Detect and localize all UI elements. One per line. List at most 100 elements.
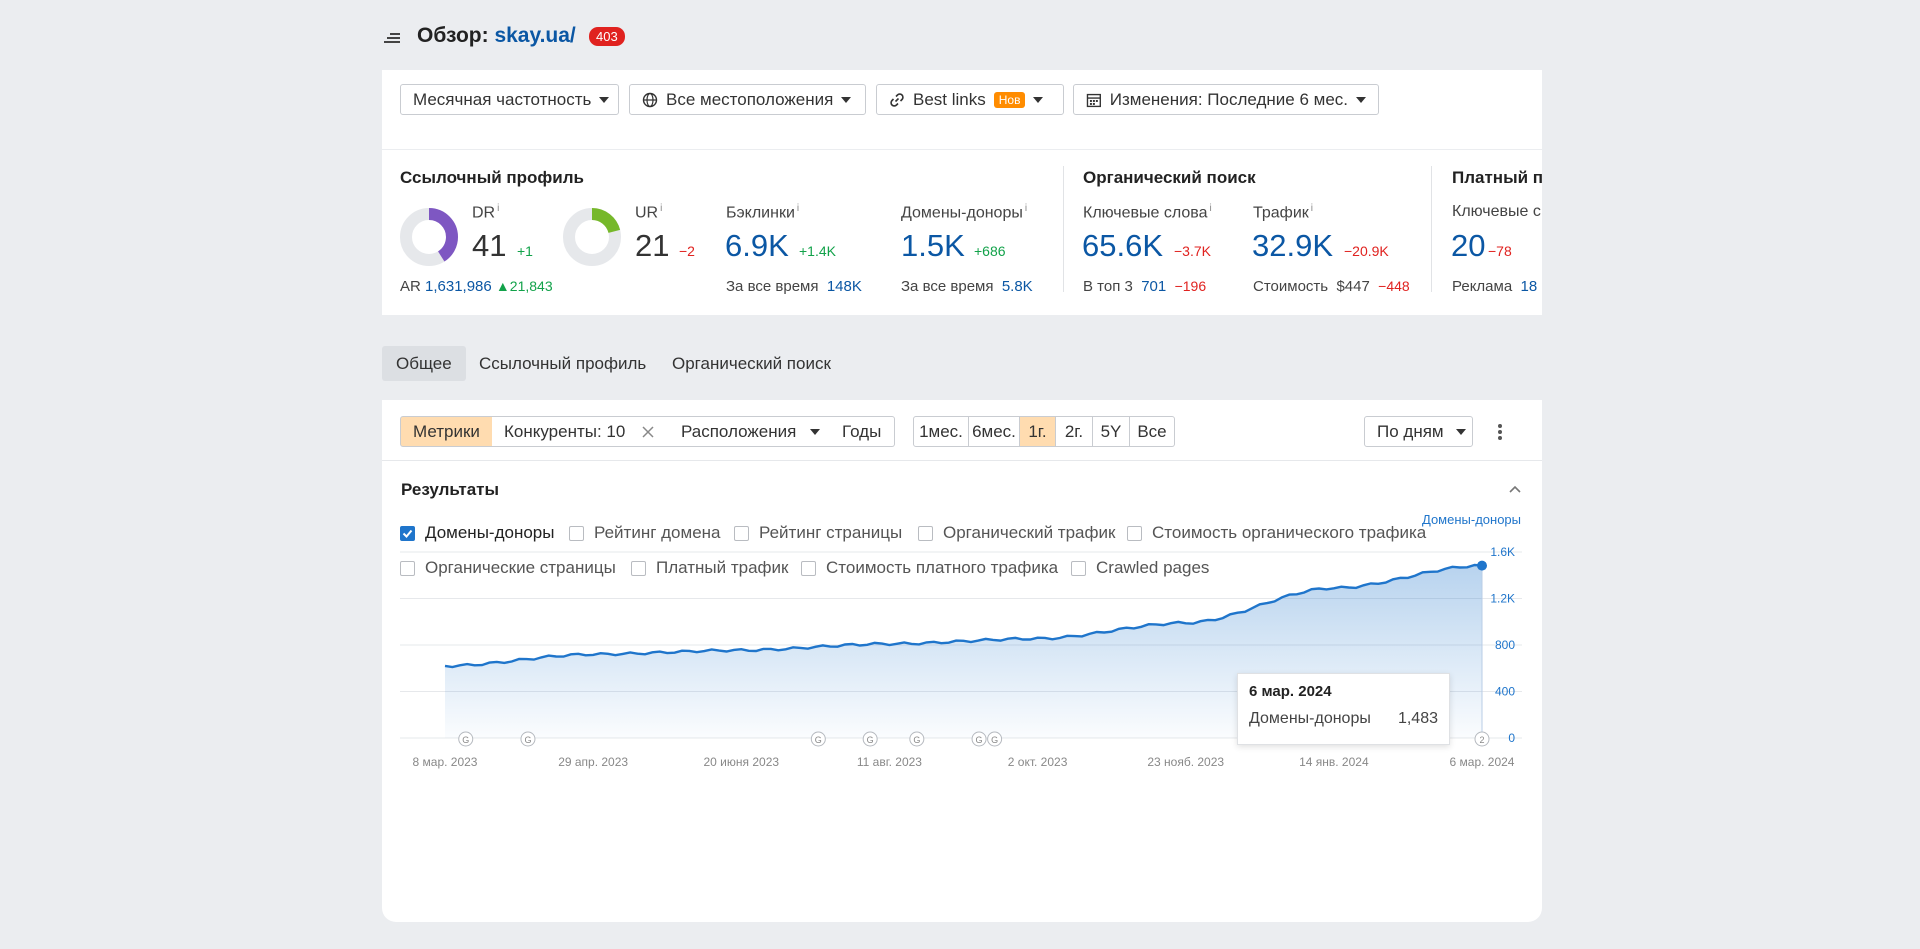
ar-value[interactable]: 1,631,986 [425, 278, 492, 295]
ref-domains-delta: +686 [974, 243, 1006, 259]
y-tick-label: 1.6K [1490, 545, 1515, 559]
dr-gauge [400, 208, 458, 266]
granularity-label: По дням [1377, 421, 1444, 441]
annotation-marker-label: G [462, 735, 469, 745]
best-links-label: Best links [913, 89, 986, 109]
annotation-marker-label: G [976, 735, 983, 745]
tab-general[interactable]: Общее [382, 346, 466, 381]
caret-down-icon [599, 96, 610, 103]
annotation-marker-label: G [815, 735, 822, 745]
traffic-label: Трафик i [1253, 203, 1314, 222]
overview-panel: Обзор: skay.ua/ 403 Месячная частотность… [382, 20, 1542, 922]
ur-value[interactable]: 21 [635, 228, 669, 264]
caret-down-icon [1033, 96, 1044, 103]
tooltip-date: 6 мар. 2024 [1249, 683, 1332, 700]
tab-link-profile[interactable]: Ссылочный профиль [465, 346, 660, 381]
paid-keywords-delta: −78 [1488, 243, 1512, 259]
granularity-dropdown[interactable]: По дням [1364, 416, 1473, 447]
backlinks-value[interactable]: 6.9K [725, 228, 789, 264]
dr-delta: +1 [517, 243, 533, 259]
page-title: Обзор: skay.ua/ [417, 24, 576, 48]
chevron-up-icon[interactable] [1508, 482, 1522, 496]
ur-label: UR i [635, 203, 663, 222]
backlinks-delta: +1.4K [799, 243, 836, 259]
divider [1431, 166, 1432, 292]
range-5Y[interactable]: 5Y [1093, 416, 1130, 447]
range-1мес.[interactable]: 1мес. [913, 416, 969, 447]
annotation-marker-label: G [913, 735, 920, 745]
link-profile-heading: Ссылочный профиль [400, 168, 585, 187]
paid-keywords-label: Ключевые с [1452, 203, 1541, 220]
keywords-value[interactable]: 65.6K [1082, 228, 1163, 264]
competitors-label: Конкуренты: 10 [504, 421, 626, 441]
y-tick-label: 0 [1508, 731, 1515, 745]
ur-gauge [563, 208, 621, 266]
frequency-label: Месячная частотность [413, 89, 592, 109]
competitors-button[interactable]: Конкуренты: 10 [492, 416, 670, 447]
results-heading: Результаты [401, 480, 500, 499]
close-icon[interactable] [641, 425, 655, 439]
globe-icon [642, 92, 658, 107]
backlinks-total: За все время 148K [726, 278, 862, 295]
divider [382, 460, 1542, 461]
caret-down-icon [841, 96, 852, 103]
tooltip-row: Домены-доноры 1,483 [1249, 710, 1438, 728]
range-1г.[interactable]: 1г. [1020, 416, 1056, 447]
tooltip-value: 1,483 [1397, 710, 1438, 727]
dr-value[interactable]: 41 [472, 228, 506, 264]
tab-organic-search[interactable]: Органический поиск [658, 346, 845, 381]
filter-bar: Месячная частотность Все местоположения … [382, 70, 1542, 149]
years-button[interactable]: Годы [830, 416, 895, 447]
ref-domains-label: Домены-доноры i [901, 203, 1028, 222]
divider [1063, 166, 1064, 292]
tooltip-series: Домены-доноры [1249, 710, 1371, 727]
x-tick-label: 6 мар. 2024 [1450, 755, 1515, 769]
positions-dropdown[interactable]: Расположения [669, 416, 831, 447]
x-tick-label: 23 нояб. 2023 [1147, 755, 1224, 769]
keywords-label: Ключевые слова i [1083, 203, 1212, 222]
y-tick-label: 800 [1495, 638, 1515, 652]
calendar-icon [1086, 93, 1101, 107]
dr-label: DR i [472, 203, 500, 222]
caret-down-icon [1455, 428, 1466, 435]
traffic-cost-row: Стоимость $447 −448 [1253, 278, 1410, 295]
locations-dropdown[interactable]: Все местоположения [629, 84, 866, 115]
paid-heading: Платный по [1452, 168, 1542, 187]
data-point [1477, 560, 1487, 571]
caret-down-icon [810, 428, 821, 435]
ref-domains-value[interactable]: 1.5K [901, 228, 965, 264]
annotation-marker-label: G [991, 735, 998, 745]
range-Все[interactable]: Все [1130, 416, 1175, 447]
x-tick-label: 8 мар. 2023 [413, 755, 478, 769]
chart-tooltip: 6 мар. 2024 Домены-доноры 1,483 [1237, 673, 1450, 745]
metrics-toggle[interactable]: Метрики [400, 416, 493, 447]
menu-collapse-icon[interactable] [382, 26, 402, 46]
y-tick-label: 400 [1495, 685, 1515, 699]
more-options-icon[interactable] [1496, 422, 1504, 442]
ar-delta: ▲21,843 [495, 278, 553, 294]
ref-domains-total: За все время 5.8K [901, 278, 1033, 295]
range-6мес.[interactable]: 6мес. [969, 416, 1020, 447]
changes-dropdown[interactable]: Изменения: Последние 6 мес. [1073, 84, 1379, 115]
traffic-value[interactable]: 32.9K [1252, 228, 1333, 264]
frequency-dropdown[interactable]: Месячная частотность [400, 84, 619, 115]
ar-row: AR 1,631,986 ▲21,843 [400, 278, 553, 295]
backlinks-label: Бэклинки i [726, 203, 800, 222]
paid-keywords-value[interactable]: 20 [1451, 228, 1485, 264]
link-icon [890, 92, 904, 107]
page-title-domain[interactable]: skay.ua/ [494, 24, 575, 47]
page-title-prefix: Обзор: [417, 24, 489, 47]
y-tick-label: 1.2K [1490, 592, 1515, 606]
range-2г.[interactable]: 2г. [1056, 416, 1093, 447]
changes-label: Изменения: Последние 6 мес. [1109, 89, 1348, 109]
x-tick-label: 29 апр. 2023 [558, 755, 628, 769]
best-links-dropdown[interactable]: Best links Нов [876, 84, 1064, 115]
organic-heading: Органический поиск [1083, 168, 1256, 187]
caret-down-icon [1356, 96, 1366, 103]
new-badge: Нов [993, 91, 1026, 108]
annotation-marker-label: G [867, 735, 874, 745]
x-tick-label: 2 окт. 2023 [1008, 755, 1068, 769]
positions-label: Расположения [681, 421, 797, 441]
chart-panel: Метрики Конкуренты: 10 Расположения Годы… [382, 400, 1542, 922]
annotation-marker-label: 2 [1479, 735, 1484, 745]
